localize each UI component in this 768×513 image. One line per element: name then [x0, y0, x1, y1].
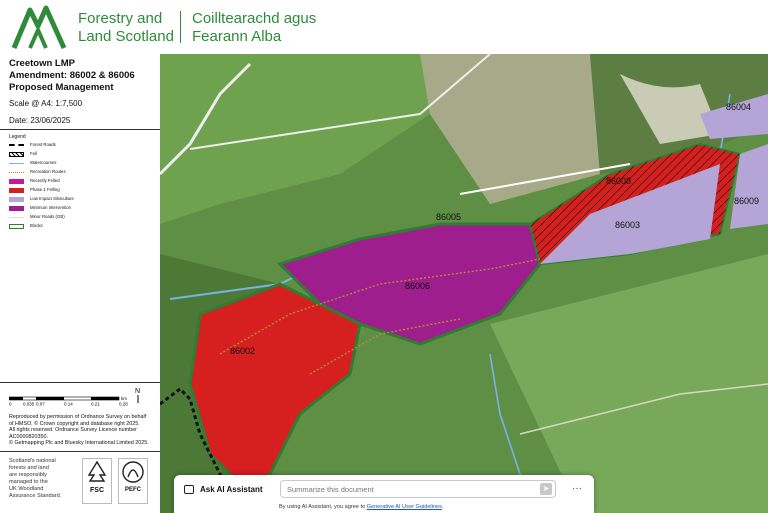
scale-label: Scale @ A4:	[9, 99, 54, 108]
label-86004: 86004	[726, 102, 751, 112]
legend-item: Blocks	[9, 222, 43, 230]
legend-label: Minimum Intervention	[30, 205, 72, 210]
map-canvas[interactable]: 86002 86005 86006 86003 86008 86004 8600…	[160, 54, 768, 513]
legend-label: Watercourses	[30, 160, 57, 165]
divider	[0, 382, 160, 383]
scalebar-tick-label: 0.035	[23, 402, 35, 407]
legend-label: Minor Roads (GB)	[30, 214, 65, 219]
more-options-button[interactable]: ···	[572, 483, 582, 494]
legend-symbol	[9, 223, 24, 229]
scalebar-tick-label: 0	[9, 402, 12, 407]
legend-item: Minor Roads (GB)	[9, 213, 65, 221]
legend-item: Fell	[9, 150, 37, 158]
header-divider	[180, 11, 181, 43]
legend-item: Forest Roads	[9, 141, 56, 149]
scalebar-tick-label: 0.14	[64, 402, 73, 407]
legend-item: Phase 1 Felling	[9, 186, 60, 194]
legend-label: Recently Felled	[30, 178, 60, 183]
guidelines-link[interactable]: Generative AI User Guidelines	[367, 504, 442, 510]
disclaimer-text: By using AI Assistant, you agree to	[279, 504, 367, 510]
legend-symbol	[9, 144, 24, 146]
divider	[0, 129, 160, 130]
legend-item: Watercourses	[9, 159, 56, 167]
fsc-logo: FSC	[82, 458, 112, 504]
divider	[0, 451, 160, 452]
org-name-english: Forestry and Land Scotland	[78, 10, 174, 45]
org-name-gaelic: Coilltearachd agus Fearann Alba	[192, 10, 317, 45]
legend-symbol	[9, 171, 24, 173]
legend-label: Recreation Routes	[30, 169, 66, 174]
scalebar-tick-label: 0.07	[36, 402, 45, 407]
legend-item: Recreation Routes	[9, 168, 66, 176]
legend-symbol	[9, 178, 24, 184]
north-label: N	[135, 388, 140, 395]
legend-symbol	[9, 162, 24, 164]
label-86009: 86009	[734, 196, 759, 206]
legend-symbol	[9, 205, 24, 211]
legend-label: Fell	[30, 151, 37, 156]
pefc-tree-icon	[122, 461, 144, 483]
copyright-credits: Reproduced by permission of Ordnance Sur…	[9, 414, 149, 447]
legend-label: Low Impact Silviculture	[30, 196, 74, 201]
legend-item: Low Impact Silviculture	[9, 195, 74, 203]
legend-title: Legend	[9, 134, 26, 140]
scalebar-tick-label: 0.28	[119, 402, 128, 407]
scale-value: 1:7,500	[55, 99, 83, 108]
label-86002: 86002	[230, 346, 255, 356]
fsc-label: FSC	[90, 487, 104, 494]
label-86005: 86005	[436, 212, 461, 222]
fls-logo-icon	[11, 5, 67, 50]
legend-label: Forest Roads	[30, 142, 56, 147]
legend-symbol	[9, 196, 24, 202]
ai-disclaimer: By using AI Assistant, you agree to Gene…	[279, 504, 444, 510]
map-title: Creetown LMP Amendment: 86002 & 86006 Pr…	[9, 58, 135, 93]
label-86006: 86006	[405, 281, 430, 291]
map-date: Date: 23/06/2025	[9, 116, 71, 125]
fsc-tree-icon	[87, 460, 107, 482]
pefc-label: PEFC	[124, 487, 141, 493]
legend-item: Recently Felled	[9, 177, 60, 185]
legend-symbol	[9, 216, 24, 218]
ai-prompt-input[interactable]	[280, 480, 556, 498]
certification-text: Scotland's national forests and land are…	[9, 458, 62, 499]
legend-label: Blocks	[30, 223, 43, 228]
send-icon[interactable]: ➤	[540, 483, 552, 495]
ai-assistant-bar: Ask AI Assistant ➤ ··· By using AI Assis…	[174, 475, 594, 513]
legend-symbol	[9, 187, 24, 193]
map-view[interactable]: 86002 86005 86006 86003 86008 86004 8600…	[160, 54, 768, 513]
header: Forestry and Land Scotland Coilltearachd…	[0, 0, 768, 54]
pefc-logo: PEFC	[118, 458, 148, 504]
legend-item: Minimum Intervention	[9, 204, 71, 212]
ai-assistant-label[interactable]: Ask AI Assistant	[200, 485, 263, 494]
scalebar-unit: km	[121, 396, 127, 401]
label-86008: 86008	[606, 176, 631, 186]
legend-symbol	[9, 151, 24, 157]
scalebar-tick-label: 0.21	[91, 402, 100, 407]
scale-bar: 0 0.035 0.07 0.14 0.21 0.28 km	[9, 396, 128, 407]
north-arrow-icon: N	[135, 388, 140, 403]
ai-assistant-icon[interactable]	[184, 485, 194, 494]
label-86003: 86003	[615, 220, 640, 230]
legend-label: Phase 1 Felling	[30, 187, 60, 192]
map-scale: Scale @ A4: 1:7,500	[9, 99, 82, 108]
